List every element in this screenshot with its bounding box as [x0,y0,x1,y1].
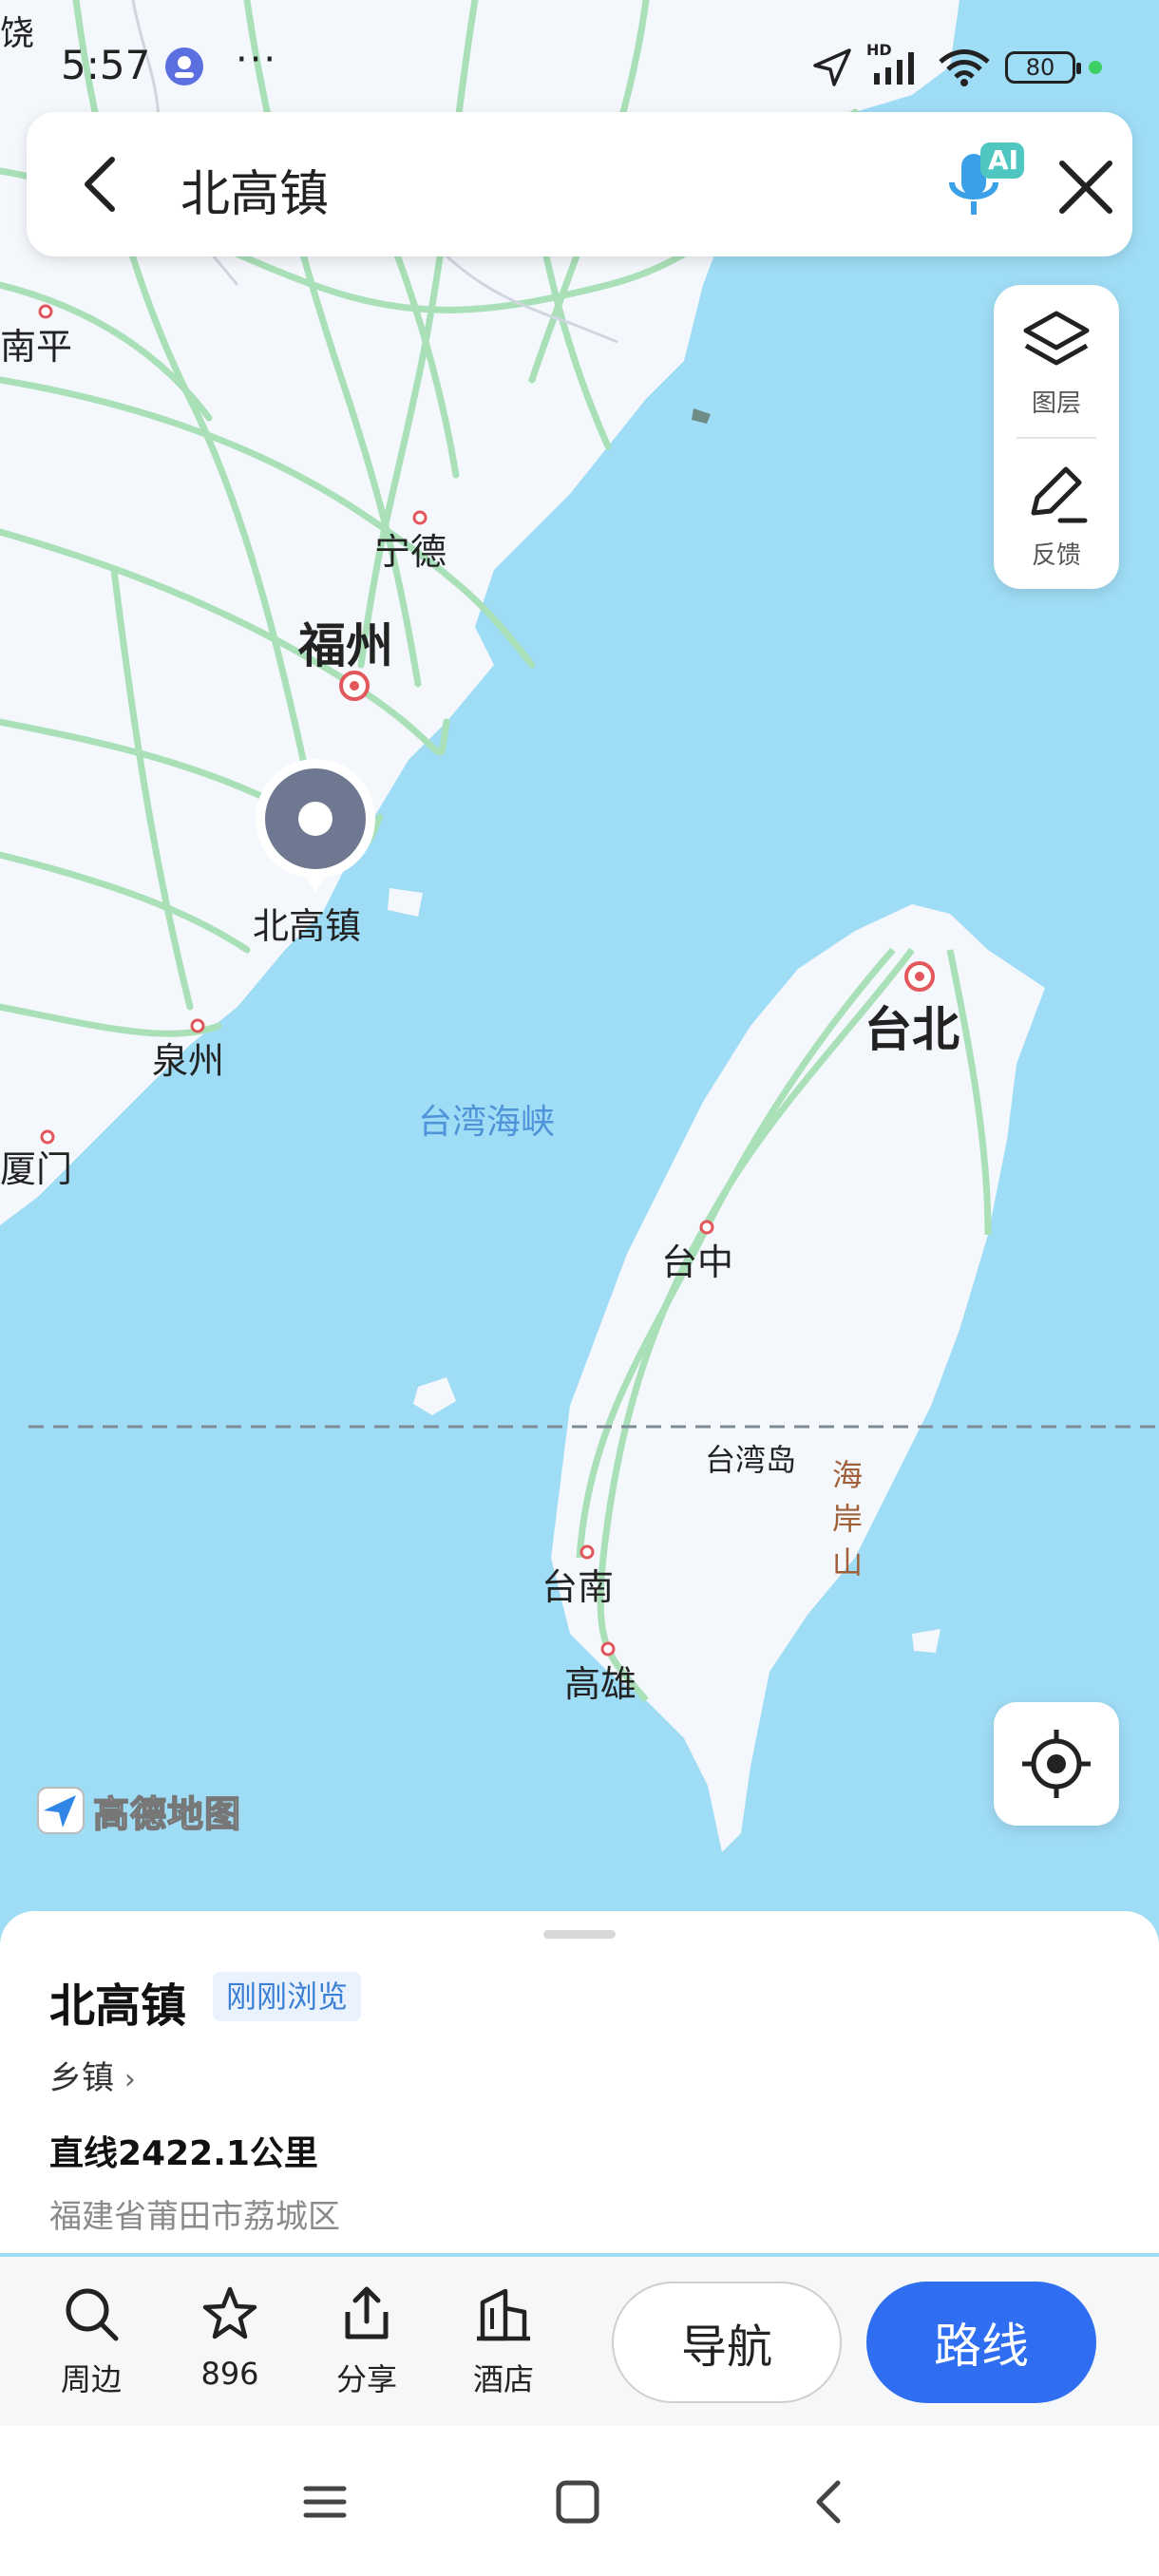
amap-logo-icon [37,1787,85,1834]
share-label: 分享 [335,2361,397,2397]
action-bar: 周边 896 分享 酒店 导航 路线 [0,2257,1159,2426]
map-label-xiamen: 厦门 [0,1148,73,1190]
recently-viewed-badge: 刚刚浏览 [213,1972,362,2021]
map-canvas[interactable] [0,0,1159,1938]
home-icon[interactable] [553,2477,602,2527]
map-label-quanzhou: 泉州 [152,1040,225,1082]
map-label-fuzhou: 福州 [298,618,393,673]
search-query-text[interactable]: 北高镇 [180,154,329,225]
map-label-ningde: 宁德 [374,531,447,573]
amap-logo-text: 高德地图 [92,1792,242,1836]
map-label-coastal-range: 海岸山 [831,1457,863,1581]
status-time: 5:57 [61,42,151,88]
share-icon [345,2286,389,2339]
location-arrow-icon [813,48,851,86]
layers-button[interactable]: 图层 [994,285,1119,437]
map-label-tainan: 台南 [542,1566,615,1608]
layers-label: 图层 [1031,389,1081,418]
hotel-building-icon [477,2288,530,2341]
cellular-signal-icon: HD [866,41,923,88]
place-name: 北高镇 [49,1979,187,2033]
crosshair-icon [1022,1730,1091,1798]
capital-marker-fuzhou [339,671,370,701]
status-bar: 5:57 ··· HD 80 [0,38,1159,95]
app-notification-icon [165,47,203,85]
map-label-taiwan-island: 台湾岛 [705,1442,797,1478]
route-button[interactable]: 路线 [866,2282,1096,2403]
feedback-label: 反馈 [1031,541,1081,570]
map-label-taipei: 台北 [864,1002,960,1057]
ai-badge: AI [988,144,1019,176]
place-category-link[interactable]: 乡镇 › [49,2052,136,2098]
system-navigation-bar [0,2426,1159,2576]
chevron-right-icon: › [124,2063,136,2096]
back-icon[interactable] [68,150,135,218]
nearby-label: 周边 [60,2361,122,2397]
place-distance: 直线2422.1公里 [49,2134,318,2173]
map-label-taichung: 台中 [661,1241,734,1283]
map-label-beigaozhen: 北高镇 [253,905,362,947]
back-nav-icon[interactable] [806,2477,855,2527]
menu-icon[interactable] [300,2477,350,2527]
map-tools-panel: 图层 反馈 [994,285,1119,589]
favorites-count: 896 [200,2356,259,2392]
ai-voice-button[interactable]: AI [939,139,1030,230]
amap-logo: 高德地图 [36,1784,241,1837]
search-icon [66,2288,119,2341]
sheet-drag-handle[interactable] [543,1930,616,1939]
share-button[interactable]: 分享 [310,2283,424,2399]
navigate-button[interactable]: 导航 [612,2282,842,2403]
battery-icon: 80 [1005,51,1081,84]
map-label-kaohsiung: 高雄 [564,1663,637,1705]
feedback-button[interactable]: 反馈 [994,437,1119,589]
capital-marker-taipei [904,961,935,992]
layers-icon [1023,311,1090,366]
map-label-strait: 台湾海峡 [418,1103,556,1142]
status-more-icon: ··· [236,38,278,82]
search-bar[interactable]: 北高镇 AI [27,112,1132,256]
edit-pencil-icon [1031,466,1088,523]
place-address: 福建省莆田市荔城区 [49,2198,340,2236]
place-detail-sheet[interactable]: 北高镇 刚刚浏览 乡镇 › 直线2422.1公里 福建省莆田市荔城区 [0,1911,1159,2253]
place-category: 乡镇 [49,2059,114,2097]
hotel-label: 酒店 [472,2361,534,2397]
map-label-nanping: 南平 [0,326,73,368]
battery-level: 80 [1025,54,1055,81]
privacy-indicator-dot [1089,61,1102,74]
nearby-button[interactable]: 周边 [34,2283,148,2399]
locate-me-button[interactable] [994,1702,1119,1826]
hotel-button[interactable]: 酒店 [446,2283,560,2399]
favorite-button[interactable]: 896 [173,2283,287,2392]
close-icon[interactable] [1053,154,1119,220]
wifi-icon [939,49,990,86]
star-icon [202,2286,257,2339]
